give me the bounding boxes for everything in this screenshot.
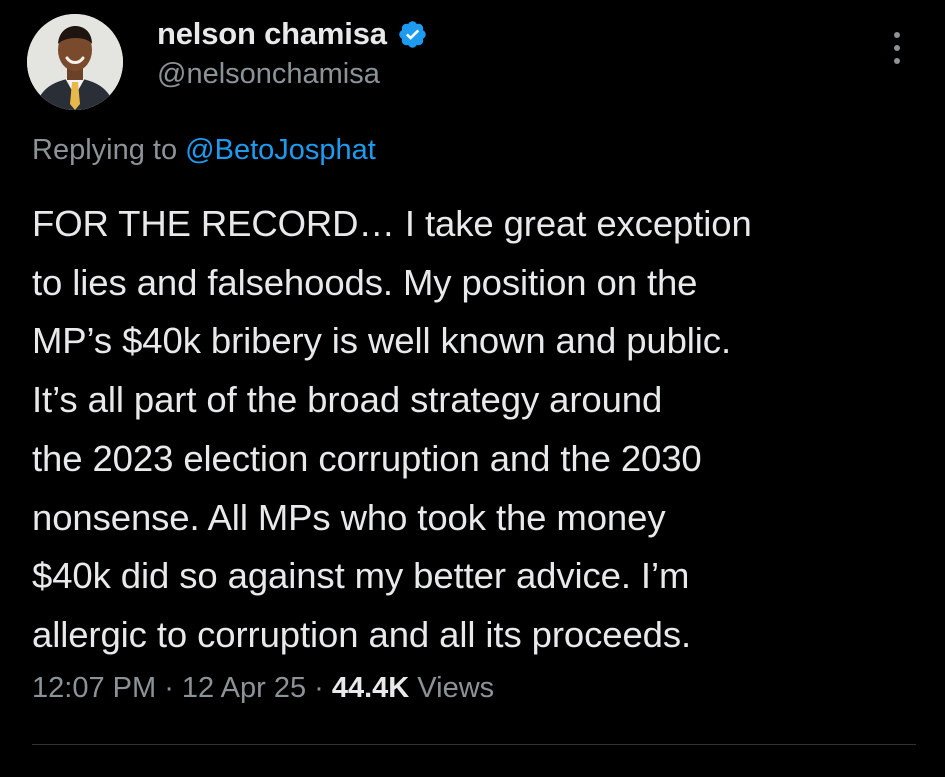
meta-separator: · bbox=[156, 672, 182, 704]
avatar-image bbox=[27, 14, 123, 110]
author-name-row: nelson chamisa bbox=[157, 14, 428, 54]
tweet-meta: 12:07 PM · 12 Apr 25 · 44.4K Views bbox=[32, 672, 494, 705]
tweet-card: nelson chamisa @nelsonchamisa Replying t… bbox=[0, 0, 945, 777]
more-options-icon[interactable] bbox=[887, 28, 907, 68]
reply-mention-link[interactable]: @BetoJosphat bbox=[185, 134, 376, 166]
views-count[interactable]: 44.4K bbox=[332, 672, 409, 704]
tweet-date[interactable]: 12 Apr 25 bbox=[182, 672, 306, 704]
author-display-name[interactable]: nelson chamisa bbox=[157, 16, 387, 52]
tweet-text-line: the 2023 election corruption and the 203… bbox=[32, 437, 702, 479]
replying-to: Replying to @BetoJosphat bbox=[32, 134, 376, 167]
divider bbox=[32, 744, 916, 745]
tweet-text-line: to lies and falsehoods. My position on t… bbox=[32, 261, 698, 303]
tweet-text-line: FOR THE RECORD… I take great exception bbox=[32, 203, 752, 244]
tweet-time[interactable]: 12:07 PM bbox=[32, 672, 156, 704]
verified-badge-icon[interactable] bbox=[397, 19, 428, 50]
meta-separator: · bbox=[306, 672, 332, 704]
tweet-text-line: nonsense. All MPs who took the money bbox=[32, 496, 666, 538]
tweet-text: FOR THE RECORD… I take great exception t… bbox=[32, 195, 927, 665]
tweet-text-line: It’s all part of the broad strategy arou… bbox=[32, 379, 663, 421]
replying-to-prefix: Replying to bbox=[32, 134, 186, 166]
avatar[interactable] bbox=[27, 14, 123, 110]
tweet-text-line: MP’s $40k bribery is well known and publ… bbox=[32, 320, 732, 362]
tweet-text-line: $40k did so against my better advice. I’… bbox=[32, 555, 690, 597]
author-handle[interactable]: @nelsonchamisa bbox=[157, 58, 380, 91]
views-label: Views bbox=[409, 672, 495, 704]
tweet-text-line: allergic to corruption and all its proce… bbox=[32, 613, 692, 655]
